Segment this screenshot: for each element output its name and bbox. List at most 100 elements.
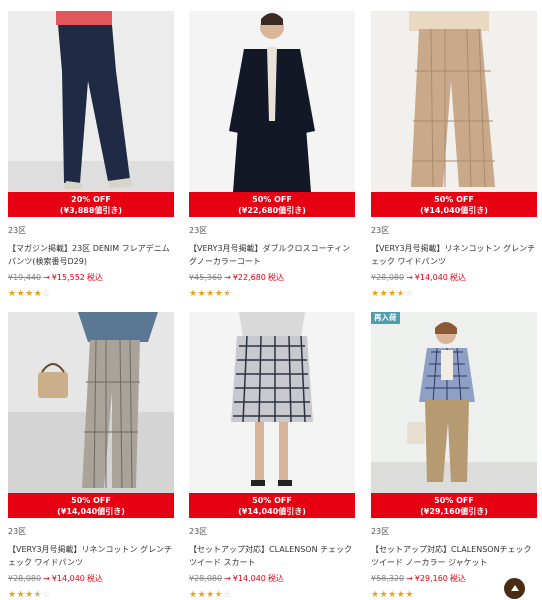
price-arrow: → <box>224 273 231 282</box>
discount-amount: (¥29,160値引き) <box>420 507 488 516</box>
original-price: ¥58,320 <box>371 574 405 583</box>
arrow-up-icon <box>510 584 519 591</box>
price-row: ¥45,360 → ¥22,680 税込 <box>189 273 355 283</box>
brand-name: 23区 <box>371 226 390 235</box>
product-card[interactable]: 50% OFF (¥14,040値引き) 23区 【VERY3月号掲載】リネンコ… <box>8 312 174 600</box>
star-icon: ☆ <box>42 289 51 299</box>
star-icon: ★ <box>16 289 26 299</box>
product-photo-check-pants <box>8 312 174 493</box>
sale-price: ¥22,680 <box>232 273 266 282</box>
star-icon: ★ <box>388 590 397 600</box>
star-icon: ★ <box>223 289 232 299</box>
star-icon: ★ <box>371 590 380 600</box>
price-arrow: → <box>406 574 413 583</box>
product-image[interactable]: 50% OFF (¥14,040値引き) <box>8 312 174 518</box>
tax-label: 税込 <box>449 574 466 583</box>
discount-banner: 50% OFF (¥14,040値引き) <box>371 192 537 217</box>
star-icon: ★ <box>197 289 207 299</box>
discount-percent: 20% OFF <box>71 195 111 204</box>
price-arrow: → <box>43 574 50 583</box>
discount-banner: 50% OFF (¥14,040値引き) <box>8 493 174 518</box>
star-icon: ☆ <box>42 590 51 600</box>
price-row: ¥28,080 → ¥14,040 税込 <box>189 574 355 584</box>
sale-price: ¥29,160 <box>414 574 448 583</box>
product-card[interactable]: 再入荷 50% OFF (¥29,160値引き) 23区 【セットアップ対応】C… <box>371 312 537 600</box>
discount-banner: 50% OFF (¥22,680値引き) <box>189 192 355 217</box>
sale-price: ¥14,040 <box>232 574 266 583</box>
sale-price: ¥14,040 <box>51 574 85 583</box>
tax-label: 税込 <box>449 273 466 282</box>
rating-stars: ★★★★☆ <box>189 590 355 600</box>
product-photo-wide-pants <box>371 11 537 192</box>
product-name[interactable]: 【マガジン掲載】23区 DENIM フレアデニムパンツ(検索番号D29) <box>8 242 174 268</box>
discount-amount: (¥22,680値引き) <box>238 206 306 215</box>
star-icon: ★ <box>189 289 198 299</box>
discount-percent: 50% OFF <box>434 496 474 505</box>
discount-percent: 50% OFF <box>252 496 292 505</box>
product-image[interactable]: 50% OFF (¥14,040値引き) <box>189 312 355 518</box>
star-icon: ☆ <box>405 289 414 299</box>
original-price: ¥28,080 <box>8 574 42 583</box>
product-photo-coat <box>189 11 355 192</box>
star-icon: ★ <box>388 289 397 299</box>
original-price: ¥28,080 <box>371 273 405 282</box>
rating-stars: ★★★★★ <box>189 289 355 299</box>
star-icon: ★ <box>8 590 17 600</box>
price-arrow: → <box>406 273 413 282</box>
product-photo-tweed-skirt <box>189 312 355 493</box>
product-card[interactable]: 50% OFF (¥22,680値引き) 23区 【VERY3月号掲載】ダブルク… <box>189 11 355 299</box>
star-icon: ★ <box>206 590 215 600</box>
discount-amount: (¥14,040値引き) <box>420 206 488 215</box>
star-icon: ★ <box>371 289 380 299</box>
brand-name: 23区 <box>8 226 27 235</box>
brand-name: 23区 <box>371 527 390 536</box>
product-name[interactable]: 【VERY3月号掲載】リネンコットン グレンチェック ワイドパンツ <box>8 543 174 569</box>
star-icon: ★ <box>8 289 17 299</box>
back-to-top-button[interactable] <box>504 578 525 599</box>
price-row: ¥19,440 → ¥15,552 税込 <box>8 273 174 283</box>
sale-price: ¥14,040 <box>414 273 448 282</box>
restock-badge: 再入荷 <box>371 312 400 324</box>
original-price: ¥19,440 <box>8 273 42 282</box>
product-image[interactable]: 20% OFF (¥3,888値引き) <box>8 11 174 217</box>
original-price: ¥45,360 <box>189 273 223 282</box>
product-name[interactable]: 【VERY3月号掲載】ダブルクロスコーティングノーカラーコート <box>189 242 355 268</box>
discount-amount: (¥3,888値引き) <box>59 206 123 215</box>
tax-label: 税込 <box>86 574 103 583</box>
star-icon: ★ <box>206 289 215 299</box>
product-name[interactable]: 【セットアップ対応】CLALENSONチェックツイード ノーカラー ジャケット <box>371 543 537 569</box>
tax-label: 税込 <box>267 273 284 282</box>
product-card[interactable]: 20% OFF (¥3,888値引き) 23区 【マガジン掲載】23区 DENI… <box>8 11 174 299</box>
sale-price: ¥15,552 <box>51 273 85 282</box>
price-arrow: → <box>43 273 50 282</box>
discount-banner: 50% OFF (¥14,040値引き) <box>189 493 355 518</box>
product-card[interactable]: 50% OFF (¥14,040値引き) 23区 【セットアップ対応】CLALE… <box>189 312 355 600</box>
star-icon: ★ <box>405 590 414 600</box>
star-icon: ★ <box>197 590 207 600</box>
product-grid: 20% OFF (¥3,888値引き) 23区 【マガジン掲載】23区 DENI… <box>0 0 542 600</box>
original-price: ¥28,080 <box>189 574 223 583</box>
star-icon: ★ <box>189 590 198 600</box>
product-image[interactable]: 再入荷 50% OFF (¥29,160値引き) <box>371 312 537 518</box>
product-image[interactable]: 50% OFF (¥14,040値引き) <box>371 11 537 217</box>
rating-stars: ★★★★☆ <box>8 590 174 600</box>
discount-amount: (¥14,040値引き) <box>238 507 306 516</box>
product-photo-tweed-jacket <box>371 312 537 493</box>
star-icon: ★ <box>16 590 26 600</box>
product-name[interactable]: 【VERY3月号掲載】リネンコットン グレンチェック ワイドパンツ <box>371 242 537 268</box>
star-icon: ☆ <box>223 590 232 600</box>
product-card[interactable]: 50% OFF (¥14,040値引き) 23区 【VERY3月号掲載】リネンコ… <box>371 11 537 299</box>
discount-amount: (¥14,040値引き) <box>57 507 125 516</box>
rating-stars: ★★★★☆ <box>371 289 537 299</box>
star-icon: ★ <box>379 289 389 299</box>
star-icon: ★ <box>379 590 389 600</box>
discount-percent: 50% OFF <box>252 195 292 204</box>
star-icon: ★ <box>25 289 34 299</box>
tax-label: 税込 <box>267 574 284 583</box>
discount-banner: 50% OFF (¥29,160値引き) <box>371 493 537 518</box>
brand-name: 23区 <box>189 226 208 235</box>
product-name[interactable]: 【セットアップ対応】CLALENSON チェックツイード スカート <box>189 543 355 569</box>
product-image[interactable]: 50% OFF (¥22,680値引き) <box>189 11 355 217</box>
price-row: ¥28,080 → ¥14,040 税込 <box>8 574 174 584</box>
discount-percent: 50% OFF <box>71 496 111 505</box>
